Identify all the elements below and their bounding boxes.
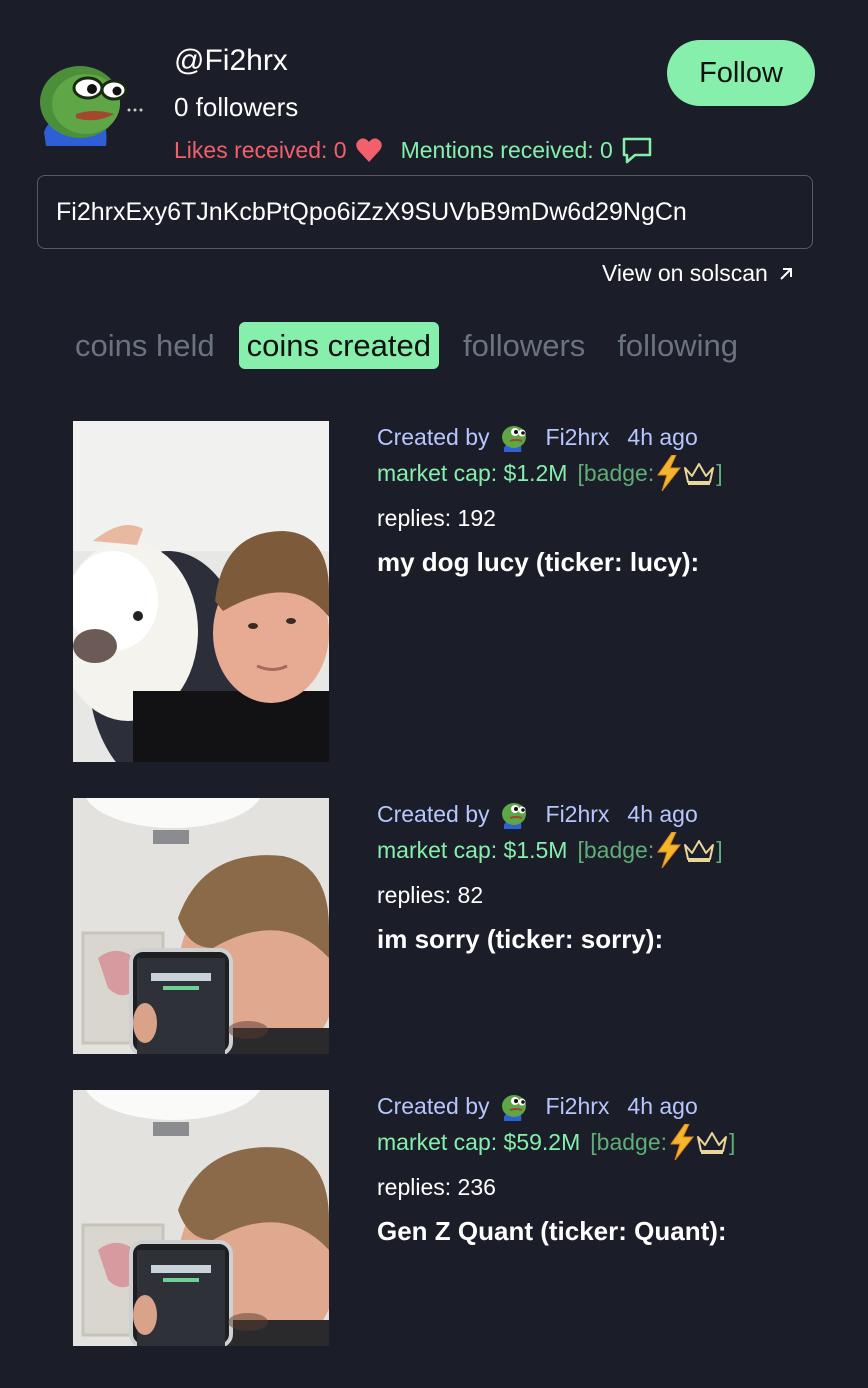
wallet-address-field[interactable]: Fi2hrxExy6TJnKcbPtQpo6iZzX9SUVbB9mDw6d29… <box>37 175 813 249</box>
tab-coins-created[interactable]: coins created <box>238 322 439 369</box>
badge-label: [badge: <box>577 459 655 486</box>
lightning-icon <box>657 455 682 491</box>
replies-count: replies: 192 <box>377 505 496 531</box>
crown-icon <box>684 840 715 862</box>
follow-button[interactable]: Follow <box>667 40 815 106</box>
heart-icon <box>355 138 382 162</box>
lightning-icon <box>670 1124 695 1160</box>
coin-image[interactable] <box>73 1090 329 1346</box>
creator-avatar-icon <box>501 1095 526 1121</box>
external-link-icon <box>780 267 792 280</box>
profile-avatar <box>36 58 146 146</box>
coin-card-info[interactable]: Created by Fi2hrx 4h ago market cap: $1.… <box>377 421 847 578</box>
coin-name: im sorry (ticker: sorry): <box>377 924 664 954</box>
coin-creator-line: Created by Fi2hrx 4h ago <box>377 798 847 830</box>
badge-label: [badge: <box>590 1128 668 1155</box>
profile-stats: Likes received: 0 Mentions received: 0 <box>174 136 653 164</box>
creator-name-link[interactable]: Fi2hrx <box>546 1093 610 1120</box>
badge-label: [badge: <box>577 836 655 863</box>
market-cap: market cap: $1.2M <box>377 459 568 486</box>
mentions-received: Mentions received: 0 <box>401 136 653 164</box>
badge-close: ] <box>716 836 723 863</box>
creator-avatar-icon <box>501 426 526 452</box>
likes-label: Likes received: 0 <box>174 136 347 163</box>
market-cap-line: market cap: $1.2M [badge: ] <box>377 453 847 493</box>
market-cap-line: market cap: $1.5M [badge: ] <box>377 830 847 870</box>
created-time: 4h ago <box>627 800 698 827</box>
view-on-solscan-link[interactable]: View on solscan <box>602 260 794 287</box>
crown-icon <box>684 463 715 485</box>
likes-received: Likes received: 0 <box>174 137 383 164</box>
solscan-label: View on solscan <box>602 260 768 286</box>
crown-icon <box>697 1132 728 1154</box>
replies-count: replies: 82 <box>377 882 484 908</box>
coin-card-info[interactable]: Created by Fi2hrx 4h ago market cap: $1.… <box>377 798 847 955</box>
coin-image[interactable] <box>73 421 329 762</box>
created-by-label: Created by <box>377 1092 490 1119</box>
coin-creator-line: Created by Fi2hrx 4h ago <box>377 1090 847 1122</box>
chat-bubble-icon <box>622 137 652 164</box>
badge: [badge: ] <box>577 455 723 491</box>
badge: [badge: ] <box>577 832 723 868</box>
creator-name-link[interactable]: Fi2hrx <box>546 801 610 828</box>
profile-handle: @Fi2hrx <box>174 44 288 77</box>
tab-coins-held[interactable]: coins held <box>75 322 223 369</box>
market-cap-line: market cap: $59.2M [badge: ] <box>377 1122 847 1162</box>
creator-name-link[interactable]: Fi2hrx <box>546 424 610 451</box>
created-time: 4h ago <box>627 1092 698 1119</box>
created-time: 4h ago <box>627 423 698 450</box>
market-cap: market cap: $1.5M <box>377 836 568 863</box>
badge: [badge: ] <box>590 1124 735 1160</box>
tab-following[interactable]: following <box>609 322 746 369</box>
replies-count: replies: 236 <box>377 1174 496 1200</box>
creator-avatar-icon <box>501 803 526 829</box>
coin-creator-line: Created by Fi2hrx 4h ago <box>377 421 847 453</box>
coin-image[interactable] <box>73 798 329 1054</box>
created-by-label: Created by <box>377 423 490 450</box>
tab-followers[interactable]: followers <box>455 322 593 369</box>
market-cap: market cap: $59.2M <box>377 1128 581 1155</box>
followers-count: 0 followers <box>174 92 299 122</box>
coin-name: Gen Z Quant (ticker: Quant): <box>377 1216 727 1246</box>
created-by-label: Created by <box>377 800 490 827</box>
mentions-label: Mentions received: 0 <box>400 136 613 163</box>
badge-close: ] <box>716 459 723 486</box>
coin-card-info[interactable]: Created by Fi2hrx 4h ago market cap: $59… <box>377 1090 847 1247</box>
profile-tabs: coins held coins created followers follo… <box>75 322 746 369</box>
coin-name: my dog lucy (ticker: lucy): <box>377 547 700 577</box>
badge-close: ] <box>729 1128 736 1155</box>
lightning-icon <box>657 832 682 868</box>
